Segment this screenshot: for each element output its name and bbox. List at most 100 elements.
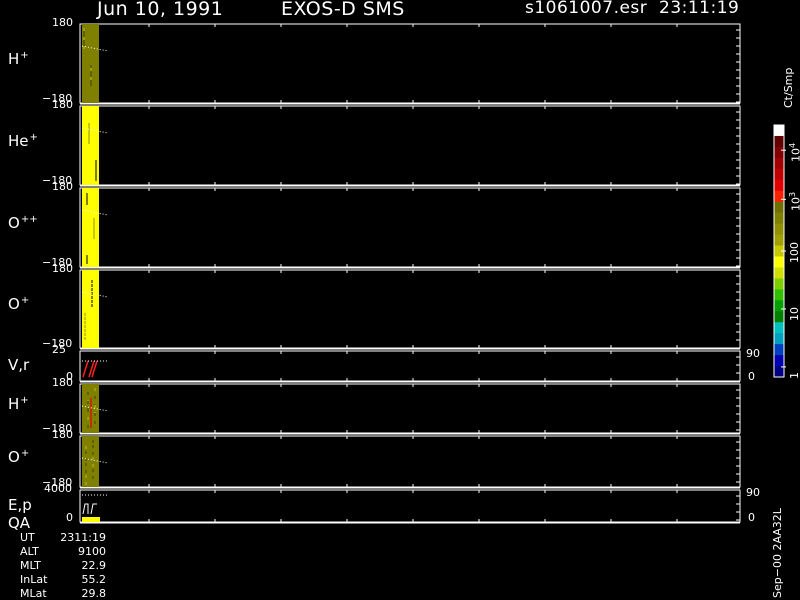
spectrogram-pixel (92, 440, 94, 443)
charge-superscript: ++ (20, 213, 38, 225)
panel-label: V,r (8, 356, 29, 374)
right-axis-min: 0 (748, 511, 755, 524)
spectrogram-pixel (93, 230, 95, 233)
species-name: He (8, 131, 29, 150)
spectrogram-pixel (94, 405, 96, 408)
panel-label: O+ (8, 295, 29, 313)
spectrogram-pixel (91, 280, 93, 283)
spectrogram-pixel (92, 464, 94, 467)
info-value: 22.9 (81, 559, 107, 572)
spectrogram-pixel (84, 329, 86, 332)
colorbar-tick-base: 100 (788, 242, 800, 263)
spectrogram-pixel (88, 141, 90, 144)
colorbar-segment (774, 190, 784, 203)
colorbar-segment (774, 300, 784, 312)
info-key: InLat (20, 573, 48, 586)
info-key: ALT (20, 545, 39, 558)
spectrogram-pixel (91, 296, 93, 299)
info-value: 29.8 (81, 587, 107, 600)
panel-frames (79, 23, 741, 524)
panel-label-2: QA (8, 514, 31, 532)
spectrogram-pixel (84, 325, 86, 328)
spectrogram-pixel (86, 258, 88, 261)
panel-label: O++ (8, 214, 38, 232)
spectrogram-pixel (85, 446, 87, 449)
spectrogram-strip (82, 270, 99, 348)
colorbar-segment (774, 278, 784, 290)
charge-superscript: + (20, 49, 29, 61)
spectrogram-pixel (90, 77, 92, 80)
panel-frame (79, 105, 741, 186)
spectrogram-pixel (95, 166, 97, 169)
spectrogram-pixel (93, 218, 95, 221)
species-name: O (8, 295, 20, 313)
colorbar-segment (774, 366, 784, 378)
spectrogram-pixel (83, 37, 85, 40)
colorbar-segment (774, 256, 784, 268)
spectrogram-pixel (94, 413, 96, 416)
spectrogram-pixel (95, 169, 97, 172)
panel-frame (79, 489, 741, 523)
colorbar-tick-label: 1 (788, 372, 800, 379)
data-strips (81, 24, 109, 522)
y-axis-max: 4000 (44, 482, 72, 495)
info-value: 9100 (78, 545, 106, 558)
charge-superscript: + (20, 447, 30, 459)
spectrogram-strip (82, 436, 99, 487)
spectrogram-pixel (92, 457, 94, 460)
spectrogram-strip (82, 188, 99, 267)
spectrogram-pixel (85, 470, 87, 473)
spectrogram-pixel (91, 300, 93, 303)
y-axis-max: 180 (52, 428, 73, 441)
spectrogram-pixel (85, 451, 87, 454)
spectrogram-figure (79, 23, 786, 524)
spectrogram-pixel (90, 80, 92, 83)
spectrogram-pixel (87, 401, 89, 404)
spectrogram-pixel (86, 196, 88, 199)
species-name: H (8, 394, 20, 413)
colorbar-segment (774, 125, 784, 137)
spectrogram-pixel (83, 31, 85, 34)
spectrogram-pixel (95, 163, 97, 166)
spectrogram-pixel (91, 304, 93, 307)
charge-superscript: + (20, 394, 29, 406)
info-key: MLat (20, 587, 47, 600)
spectrogram-pixel (91, 288, 93, 291)
spectrogram-pixel (92, 476, 94, 479)
colorbar-segment (774, 212, 784, 225)
panel-label: He+ (8, 132, 38, 150)
spectrogram-pixel (90, 65, 92, 68)
colorbar-unit: Ct/Smp (782, 67, 795, 108)
spectrogram-pixel (88, 132, 90, 135)
panel-frame (79, 435, 741, 488)
velocity-strip (82, 354, 100, 378)
panel-frame (79, 269, 741, 349)
right-axis-max: 90 (746, 486, 760, 499)
spectrogram-pixel (94, 396, 96, 399)
right-axis-min: 0 (748, 370, 755, 383)
panel-frame (79, 23, 741, 104)
colorbar-tick-base: 10 (789, 197, 800, 212)
spectrogram-pixel (87, 392, 89, 395)
spectrogram-pixel (84, 317, 86, 320)
spectrogram-pixel (92, 452, 94, 455)
right-axis-max: 90 (746, 347, 760, 360)
spectrogram-pixel (87, 409, 89, 412)
spectrogram-pixel (86, 261, 88, 264)
spectrogram-pixel (93, 236, 95, 239)
spectrogram-pixel (85, 482, 87, 485)
date-title: Jun 10, 1991 (97, 0, 224, 20)
spectrogram-pixel (84, 321, 86, 324)
spectrogram-pixel (90, 398, 92, 428)
species-name: O (8, 213, 20, 232)
species-name: O (8, 447, 20, 466)
colorbar-tick-label: 10 (788, 307, 800, 321)
colorbar-segment (774, 355, 784, 367)
spectrogram-pixel (86, 193, 88, 196)
species-name: E,p (8, 496, 32, 514)
info-value: 55.2 (81, 573, 107, 586)
spectrogram-pixel (91, 284, 93, 287)
spectrogram-pixel (88, 126, 90, 129)
spectrogram-pixel (95, 178, 97, 181)
spectrogram-pixel (90, 83, 92, 86)
